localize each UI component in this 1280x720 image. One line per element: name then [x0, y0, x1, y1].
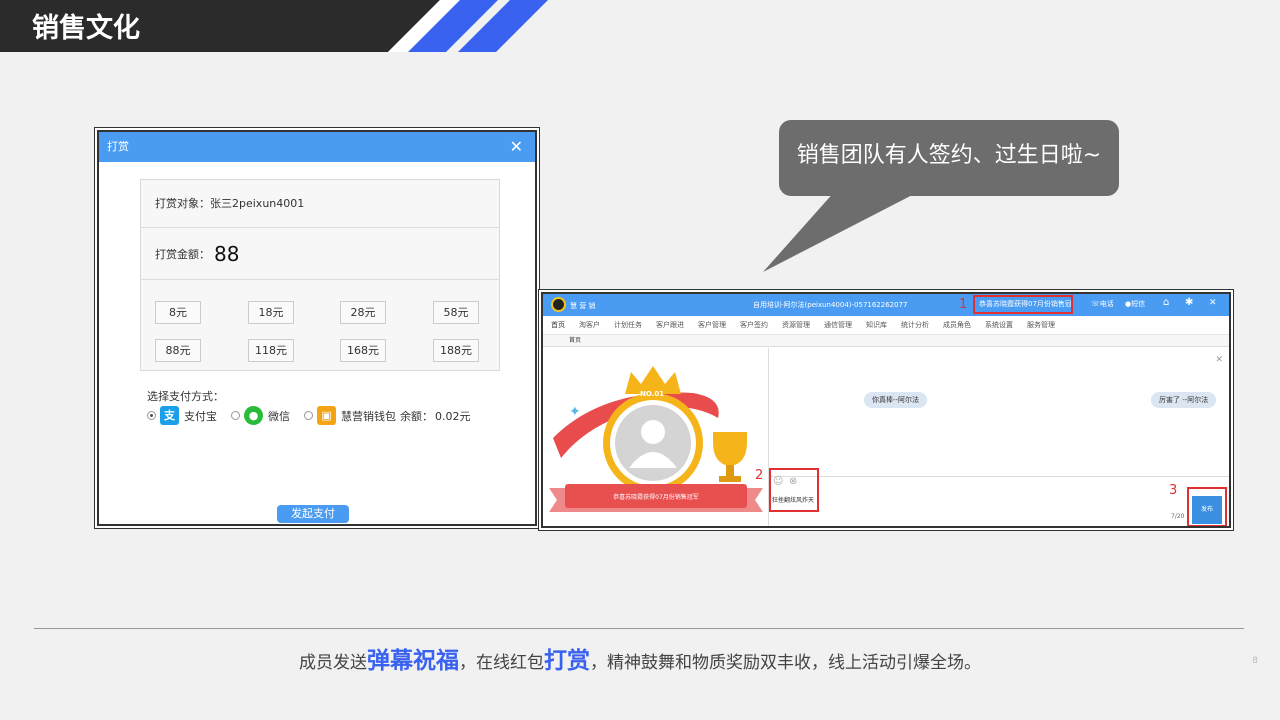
phone-button[interactable]: ☏电话: [1091, 299, 1114, 309]
amount-option-button[interactable]: 168元: [340, 339, 386, 362]
amount-row: 打赏金额： 88: [141, 228, 499, 280]
wallet-icon: ▣: [317, 406, 336, 425]
target-label: 打赏对象：: [155, 197, 210, 210]
pay-method-label: 选择支付方式：: [147, 390, 224, 403]
menu-item[interactable]: 客户签约: [740, 320, 768, 330]
radio[interactable]: [304, 411, 313, 420]
pay-method-alipay[interactable]: 支 支付宝: [147, 406, 217, 425]
image-icon[interactable]: ⊗: [789, 476, 797, 487]
annotation-number: 3: [1169, 483, 1178, 498]
home-icon[interactable]: ⌂: [1163, 297, 1169, 308]
gear-icon[interactable]: ✱: [1185, 297, 1193, 308]
barrage-message: 你真棒--阿尔法: [864, 392, 928, 408]
logo-icon: [551, 297, 566, 312]
barrage-pane: ✕ 你真棒--阿尔法 厉害了 --阿尔法 2 ☺ ⊗ 狂挫翻炫风炸天 3 发布 …: [755, 348, 1229, 526]
balance-value: 0.02元: [435, 409, 471, 423]
footer-caption: 成员发送弹幕祝福，在线红包打赏，精神鼓舞和物质奖励双丰收，线上活动引爆全场。: [0, 641, 1280, 675]
date-text: 7/20: [1171, 513, 1185, 520]
menu-item[interactable]: 计划任务: [614, 320, 642, 330]
dialog-titlebar: 打赏 ✕: [99, 132, 535, 162]
caption-highlight: 弹幕祝福: [367, 648, 459, 674]
avatar-icon: [641, 420, 665, 444]
annotation-box: [769, 468, 819, 512]
speech-bubble: 销售团队有人签约、过生日啦~: [779, 120, 1119, 196]
pay-method-name: 支付宝: [184, 409, 217, 423]
pay-method-name: 微信: [268, 409, 290, 423]
menu-item[interactable]: 统计分析: [901, 320, 929, 330]
trophy-icon: [713, 432, 747, 482]
radio[interactable]: [231, 411, 240, 420]
page-title: 销售文化: [32, 13, 140, 44]
caption-text: ，在线红包: [459, 653, 544, 673]
menu-item[interactable]: 系统设置: [985, 320, 1013, 330]
champion-illustration: ✦: [549, 366, 763, 512]
menu-item[interactable]: 客户跟进: [656, 320, 684, 330]
target-row: 打赏对象：张三2peixun4001: [141, 180, 499, 228]
message-input[interactable]: 狂挫翻炫风炸天: [772, 495, 814, 504]
app-titlebar: 慧 营 销 自用培训-阿尔法(peixun4004)-057162262077 …: [543, 294, 1229, 316]
close-icon[interactable]: ✕: [1209, 298, 1217, 308]
menu-item[interactable]: 服务管理: [1027, 320, 1055, 330]
pay-method-wallet[interactable]: ▣ 慧营销钱包 余额： 0.02元: [304, 406, 471, 425]
menu-item[interactable]: 知识库: [866, 320, 887, 330]
notice-ticker[interactable]: 恭喜苏晓霞获得07月份销售冠军: [973, 295, 1073, 314]
menu-item[interactable]: 通信管理: [824, 320, 852, 330]
target-value: 张三2peixun4001: [210, 197, 305, 210]
reward-dialog-frame: 打赏 ✕ 打赏对象：张三2peixun4001 打赏金额： 88 8元 18元 …: [94, 127, 540, 529]
menu-item[interactable]: 资源管理: [782, 320, 810, 330]
amount-option-button[interactable]: 118元: [248, 339, 294, 362]
menu-item[interactable]: 首页: [551, 320, 565, 330]
publish-button[interactable]: 发布: [1192, 496, 1222, 524]
badge-text: NO.01: [640, 390, 665, 398]
alipay-icon: 支: [160, 406, 179, 425]
phone-icon: ☏: [1091, 300, 1100, 308]
dialog-title: 打赏: [107, 140, 129, 153]
radio-selected[interactable]: [147, 411, 156, 420]
amount-option-button[interactable]: 88元: [155, 339, 201, 362]
amount-option-button[interactable]: 58元: [433, 301, 479, 324]
amount-label: 打赏金额：: [155, 247, 210, 261]
app-window-frame: 慧 营 销 自用培训-阿尔法(peixun4004)-057162262077 …: [538, 289, 1234, 531]
header-banner: 销售文化: [0, 0, 600, 52]
barrage-message: 厉害了 --阿尔法: [1151, 392, 1217, 408]
menu-item[interactable]: 客户管理: [698, 320, 726, 330]
caption-text: ，精神鼓舞和物质奖励双丰收，线上活动引爆全场。: [590, 653, 981, 673]
reward-panel: 打赏对象：张三2peixun4001 打赏金额： 88 8元 18元 28元 5…: [140, 179, 500, 371]
emoji-icon[interactable]: ☺: [773, 476, 783, 487]
submit-payment-button[interactable]: 发起支付: [277, 505, 349, 523]
caption-highlight: 打赏: [544, 648, 590, 674]
amount-option-button[interactable]: 18元: [248, 301, 294, 324]
user-info: 自用培训-阿尔法(peixun4004)-057162262077: [753, 301, 908, 309]
page-number: 8: [1252, 656, 1258, 666]
wechat-icon: ●: [244, 406, 263, 425]
close-icon[interactable]: ✕: [510, 132, 523, 162]
banner-text: 恭喜苏晓霞获得07月份销售冠军: [613, 494, 699, 501]
sms-button[interactable]: ●短信: [1125, 299, 1145, 309]
close-icon[interactable]: ✕: [1215, 355, 1223, 365]
amount-option-button[interactable]: 188元: [433, 339, 479, 362]
app-name: 慧 营 销: [570, 302, 596, 310]
menu-item[interactable]: 成员角色: [943, 320, 971, 330]
pay-method-wechat[interactable]: ● 微信: [231, 406, 290, 425]
amount-option-button[interactable]: 28元: [340, 301, 386, 324]
balance-label: 余额：: [400, 409, 433, 423]
bubble-tail: [763, 190, 922, 272]
pay-methods: 支 支付宝 ● 微信 ▣ 慧营销钱包 余额： 0.02元: [147, 406, 485, 425]
amount-value[interactable]: 88: [214, 242, 239, 266]
menu-item[interactable]: 淘客户: [579, 320, 600, 330]
reward-dialog: 打赏 ✕ 打赏对象：张三2peixun4001 打赏金额： 88 8元 18元 …: [97, 130, 537, 526]
amount-option-button[interactable]: 8元: [155, 301, 201, 324]
pay-method-name: 慧营销钱包: [341, 409, 396, 423]
annotation-number: 1: [959, 297, 968, 312]
divider: [769, 476, 1229, 477]
tab-home[interactable]: 首页: [569, 337, 581, 344]
footer-divider: [34, 628, 1244, 629]
champion-card: ✦ NO.01 恭喜苏晓霞获得07月份销售冠军: [543, 348, 769, 526]
app-menu: 首页 淘客户 计划任务 客户跟进 客户管理 客户签约 资源管理 通信管理 知识库…: [543, 316, 1229, 335]
caption-text: 成员发送: [299, 653, 367, 673]
annotation-number: 2: [755, 468, 764, 483]
sparkle-icon: ✦: [569, 404, 581, 420]
app-window: 慧 营 销 自用培训-阿尔法(peixun4004)-057162262077 …: [541, 292, 1231, 528]
tab-bar: 首页: [543, 335, 1229, 347]
